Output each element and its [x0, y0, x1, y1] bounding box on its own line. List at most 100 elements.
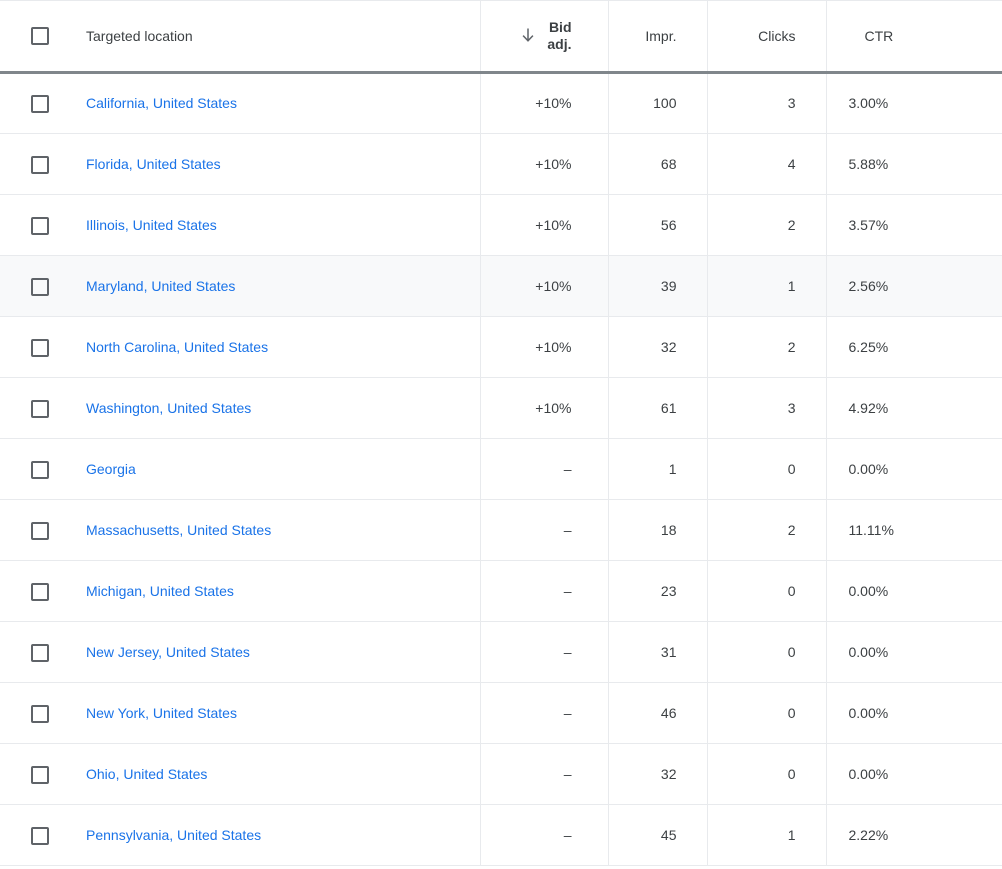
table-row[interactable]: Pennsylvania, United States –45 1 2.22% [0, 804, 1002, 866]
cell-clicks: 3 [707, 377, 827, 439]
row-checkbox[interactable] [31, 704, 49, 723]
row-checkbox[interactable] [31, 95, 49, 114]
row-select-cell [0, 438, 80, 500]
location-link[interactable]: North Carolina, United States [86, 339, 268, 355]
table-row[interactable]: New York, United States –46 0 0.00% [0, 682, 1002, 744]
cell-bid-adjustment[interactable]: +10% [480, 72, 609, 134]
location-link[interactable]: Georgia [86, 461, 136, 477]
location-link[interactable]: Massachusetts, United States [86, 522, 271, 538]
select-all-checkbox[interactable] [31, 26, 49, 45]
row-checkbox[interactable] [31, 582, 49, 601]
table-row[interactable]: New Jersey, United States –31 0 0.00% [0, 621, 1002, 683]
cell-bid-adjustment[interactable]: – [480, 499, 609, 561]
column-header-label-impr: Impr. [645, 27, 677, 44]
table-row[interactable]: Ohio, United States –32 0 0.00% [0, 743, 1002, 805]
cell-location: Michigan, United States [80, 560, 481, 622]
cell-clicks: 1 [707, 255, 827, 317]
column-header-clicks[interactable]: Clicks [707, 1, 827, 74]
table-row[interactable]: Florida, United States +10% 68 4 5.88% [0, 133, 1002, 195]
location-link[interactable]: New York, United States [86, 705, 237, 721]
cell-bid-adjustment[interactable]: – [480, 743, 609, 805]
row-checkbox[interactable] [31, 521, 49, 540]
cell-ctr: 2.56% [826, 255, 1002, 317]
table-row[interactable]: Michigan, United States –23 0 0.00% [0, 560, 1002, 622]
cell-bid-adjustment[interactable]: – [480, 682, 609, 744]
cell-location: Maryland, United States [80, 255, 481, 317]
row-select-cell [0, 682, 80, 744]
row-select-cell [0, 133, 80, 195]
location-link[interactable]: Michigan, United States [86, 583, 234, 599]
row-checkbox[interactable] [31, 765, 49, 784]
row-checkbox[interactable] [31, 826, 49, 845]
cell-ctr: 6.25% [826, 316, 1002, 378]
cell-bid-adjustment[interactable]: +10% [480, 377, 609, 439]
location-link[interactable]: Ohio, United States [86, 766, 207, 782]
cell-impressions: 18 [608, 499, 708, 561]
table-row[interactable]: Maryland, United States +10% 39 1 2.56% [0, 255, 1002, 317]
location-link[interactable]: New Jersey, United States [86, 644, 250, 660]
location-link[interactable]: California, United States [86, 95, 237, 111]
arrow-down-icon [519, 27, 537, 45]
cell-location: North Carolina, United States [80, 316, 481, 378]
cell-clicks: 1 [707, 804, 827, 866]
row-checkbox[interactable] [31, 643, 49, 662]
row-select-cell [0, 316, 80, 378]
location-link[interactable]: Florida, United States [86, 156, 221, 172]
column-header-bid-adj[interactable]: Bid adj. [480, 1, 609, 74]
row-select-cell [0, 255, 80, 317]
cell-location: Washington, United States [80, 377, 481, 439]
location-link[interactable]: Illinois, United States [86, 217, 217, 233]
row-checkbox[interactable] [31, 338, 49, 357]
cell-bid-adjustment[interactable]: +10% [480, 133, 609, 195]
cell-impressions: 46 [608, 682, 708, 744]
row-checkbox[interactable] [31, 460, 49, 479]
column-header-impressions[interactable]: Impr. [608, 1, 708, 74]
row-checkbox[interactable] [31, 155, 49, 174]
table-row[interactable]: Massachusetts, United States –18 2 11.11% [0, 499, 1002, 561]
cell-impressions: 23 [608, 560, 708, 622]
table-row[interactable]: North Carolina, United States +10% 32 2 6.25… [0, 316, 1002, 378]
cell-impressions: 61 [608, 377, 708, 439]
targeted-locations-table-container: Targeted location Bid adj. Impr. Clicks … [0, 0, 1002, 869]
cell-clicks: 2 [707, 194, 827, 256]
cell-bid-adjustment[interactable]: – [480, 560, 609, 622]
cell-bid-adjustment[interactable]: +10% [480, 194, 609, 256]
cell-bid-adjustment[interactable]: – [480, 804, 609, 866]
location-link[interactable]: Washington, United States [86, 400, 251, 416]
row-checkbox[interactable] [31, 277, 49, 296]
table-row[interactable]: Georgia –1 0 0.00% [0, 438, 1002, 500]
cell-impressions: 45 [608, 804, 708, 866]
cell-ctr: 3.00% [826, 72, 1002, 134]
location-link[interactable]: Pennsylvania, United States [86, 827, 261, 843]
cell-bid-adjustment[interactable]: – [480, 621, 609, 683]
table-row[interactable]: California, United States +10% 100 3 3.00% [0, 72, 1002, 134]
cell-location: Pennsylvania, United States [80, 804, 481, 866]
cell-bid-adjustment[interactable]: +10% [480, 316, 609, 378]
cell-ctr: 4.92% [826, 377, 1002, 439]
column-header-label-clicks: Clicks [758, 27, 796, 44]
column-header-targeted-location[interactable]: Targeted location [80, 1, 481, 74]
cell-impressions: 32 [608, 316, 708, 378]
column-header-ctr[interactable]: CTR [826, 1, 1002, 74]
cell-impressions: 68 [608, 133, 708, 195]
cell-impressions: 100 [608, 72, 708, 134]
cell-bid-adjustment[interactable]: +10% [480, 255, 609, 317]
cell-clicks: 3 [707, 72, 827, 134]
cell-impressions: 32 [608, 743, 708, 805]
table-row[interactable]: Washington, United States +10% 61 3 4.92% [0, 377, 1002, 439]
row-checkbox[interactable] [31, 216, 49, 235]
cell-ctr: 0.00% [826, 438, 1002, 500]
cell-ctr: 2.22% [826, 804, 1002, 866]
row-select-cell [0, 72, 80, 134]
table-row[interactable]: Illinois, United States +10% 56 2 3.57% [0, 194, 1002, 256]
location-link[interactable]: Maryland, United States [86, 278, 235, 294]
cell-clicks: 0 [707, 682, 827, 744]
row-select-cell [0, 804, 80, 866]
column-header-label-location: Targeted location [86, 27, 193, 44]
cell-ctr: 0.00% [826, 743, 1002, 805]
cell-bid-adjustment[interactable]: – [480, 438, 609, 500]
select-all-header-cell [0, 1, 80, 74]
cell-location: New Jersey, United States [80, 621, 481, 683]
table-header: Targeted location Bid adj. Impr. Clicks … [0, 1, 1002, 74]
row-checkbox[interactable] [31, 399, 49, 418]
